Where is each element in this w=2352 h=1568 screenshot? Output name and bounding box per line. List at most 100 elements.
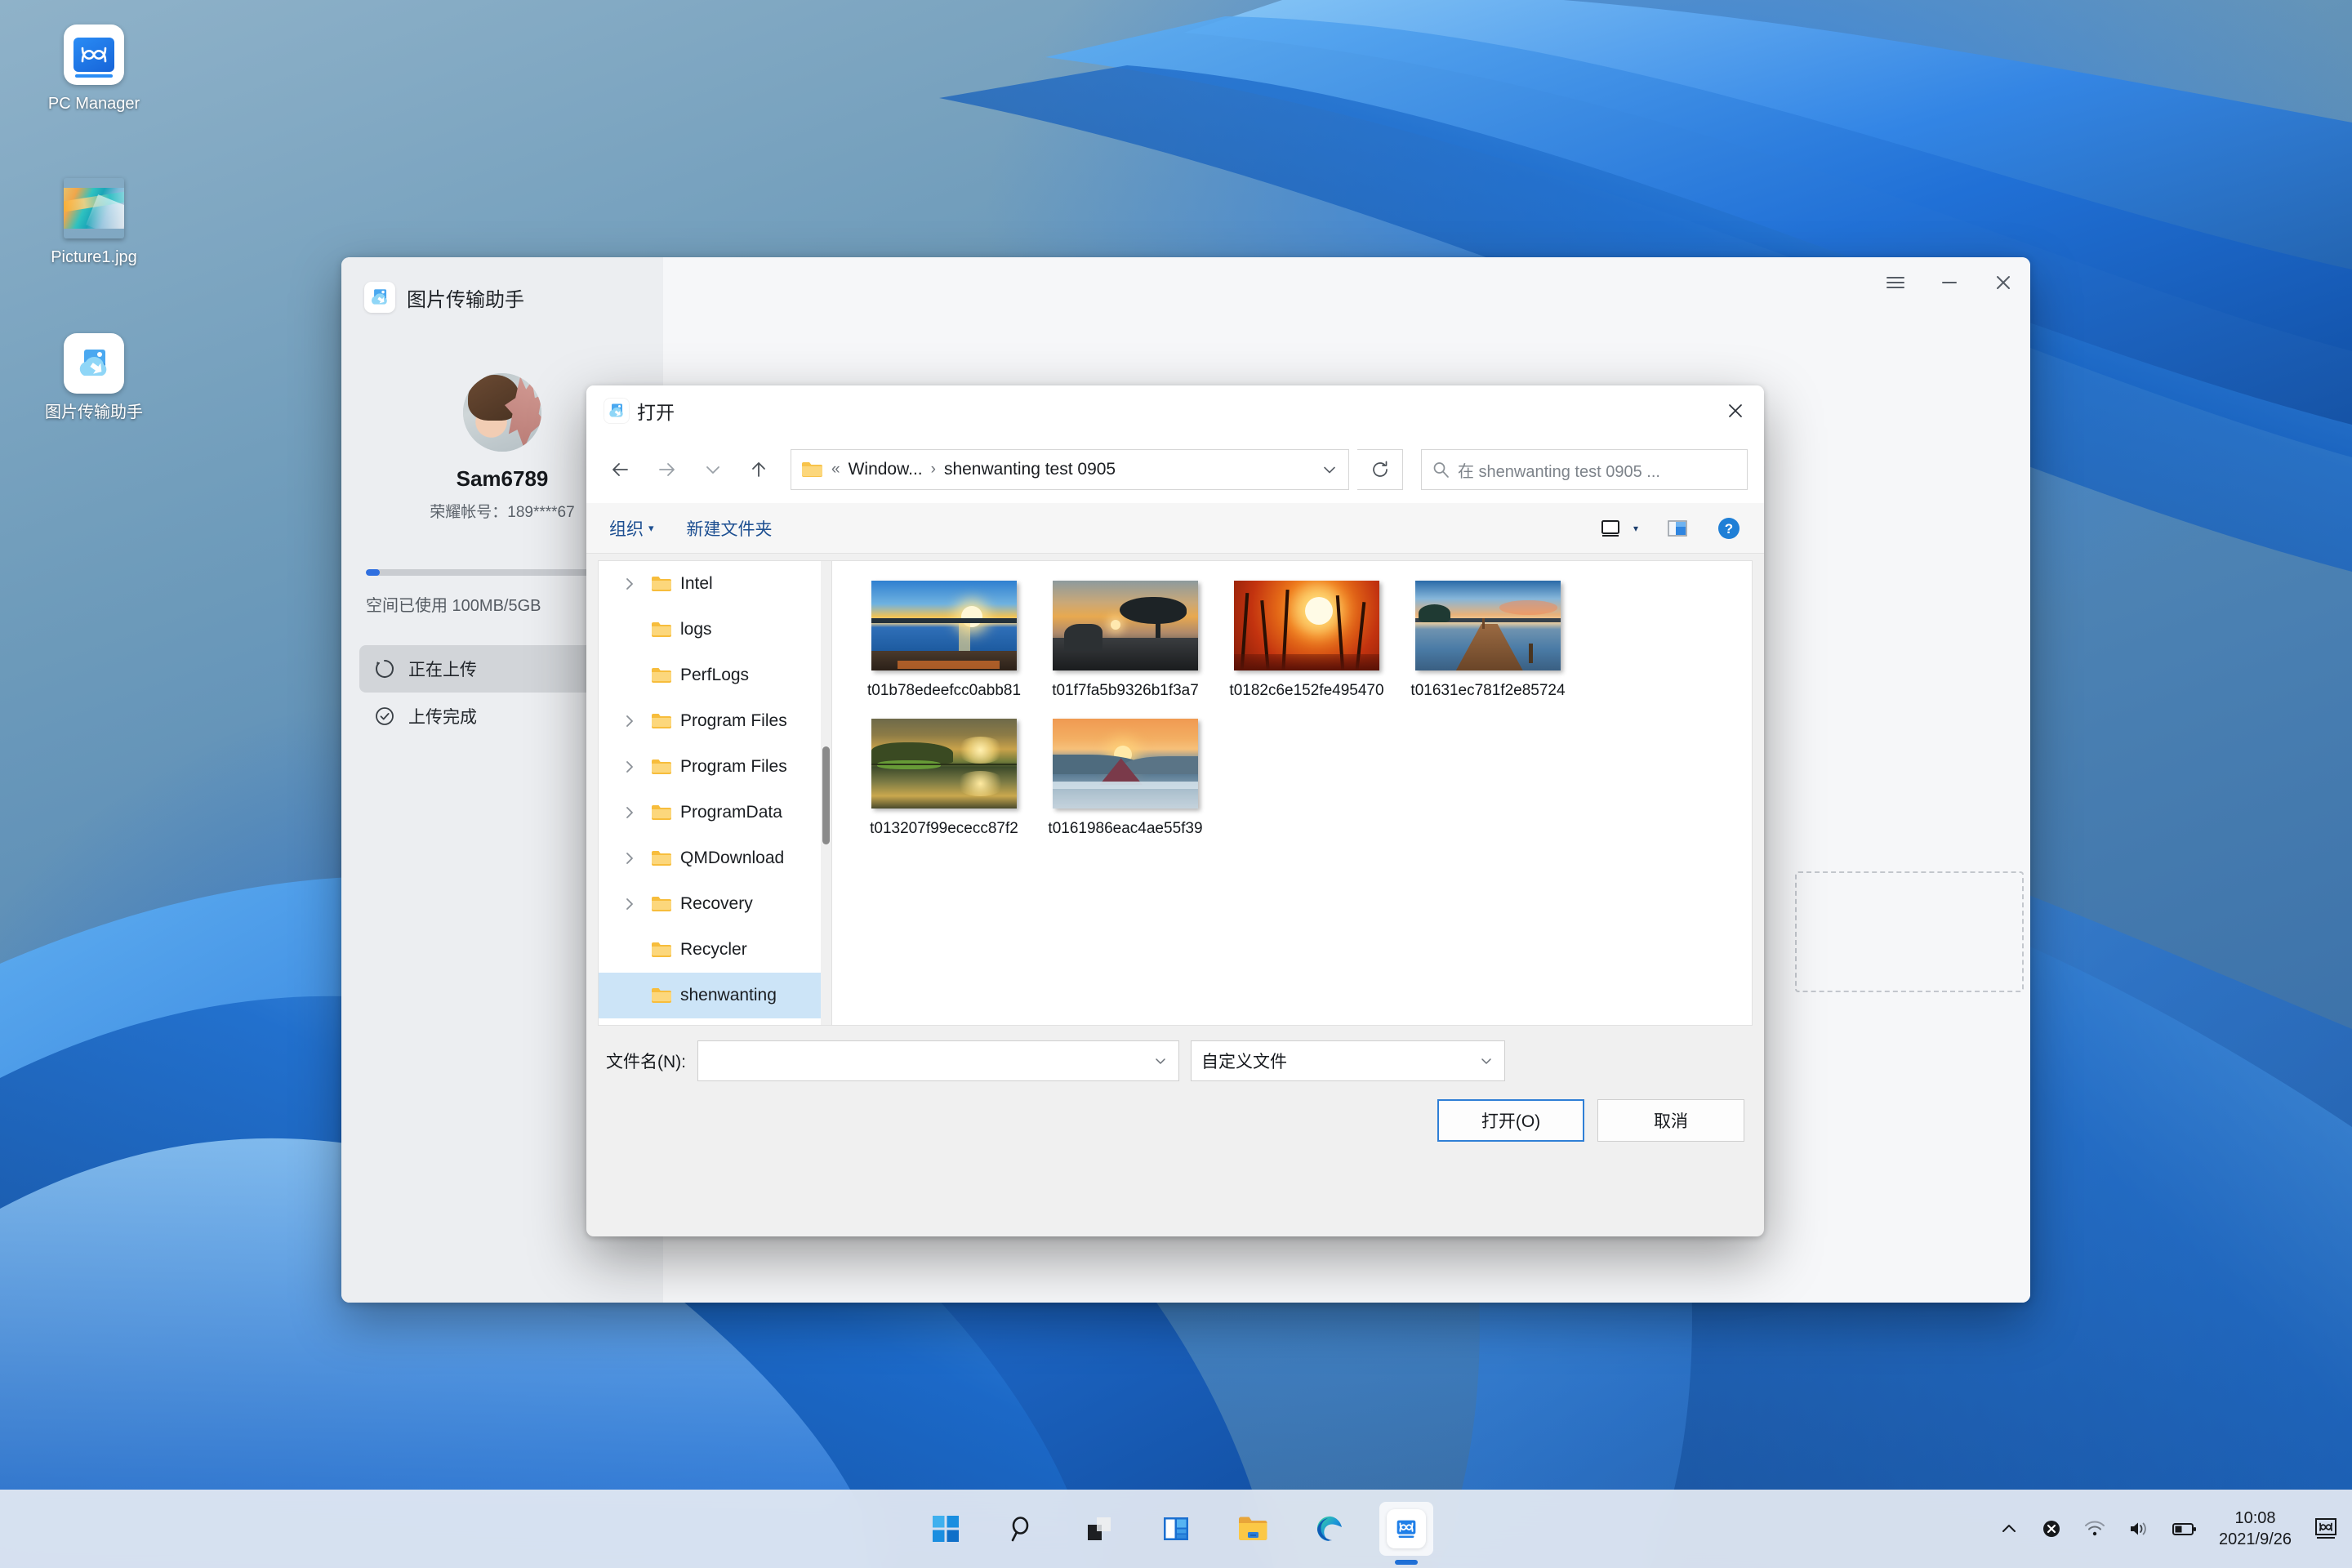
chevron-down-icon[interactable] bbox=[1478, 1053, 1494, 1069]
chevron-down-icon: ▾ bbox=[1633, 522, 1638, 534]
dialog-buttons: 打开(O) 取消 bbox=[606, 1099, 1744, 1142]
tree-item-programdata[interactable]: ProgramData bbox=[599, 790, 831, 835]
address-overflow[interactable]: « bbox=[831, 461, 840, 479]
app-title-bar: 图片传输助手 bbox=[341, 257, 663, 313]
file-name-label: t0182c6e152fe495470 bbox=[1229, 682, 1384, 699]
open-file-dialog: 打开 « Window... › shenwanting test 0905 在… bbox=[586, 385, 1764, 1236]
file-item[interactable]: t01f7fa5b9326b1f3a7 bbox=[1035, 581, 1216, 701]
file-item[interactable]: t0182c6e152fe495470 bbox=[1216, 581, 1397, 701]
address-dropdown-button[interactable] bbox=[1321, 461, 1339, 479]
view-options-button[interactable]: ▾ bbox=[1599, 518, 1638, 539]
folder-icon bbox=[651, 942, 672, 959]
desktop: PC Manager Picture1.jpg 图片传输助手 图片传输助手 Sa… bbox=[0, 0, 2352, 1568]
tree-item-intel[interactable]: Intel bbox=[599, 561, 831, 607]
app-title-text: 图片传输助手 bbox=[407, 288, 524, 311]
tree-item-recovery[interactable]: Recovery bbox=[599, 881, 831, 927]
close-icon[interactable] bbox=[1976, 257, 2030, 308]
organize-button[interactable]: 组织 ▾ bbox=[609, 516, 654, 541]
hamburger-menu-icon[interactable] bbox=[1869, 257, 1922, 308]
tree-item-program-files[interactable]: Program Files bbox=[599, 698, 831, 744]
folder-tree-pane[interactable]: Intel logs PerfLogs Program Files Program Fi… bbox=[598, 560, 831, 1026]
breadcrumb-item-0[interactable]: Window... bbox=[849, 460, 923, 479]
folder-icon bbox=[651, 667, 672, 684]
new-folder-button[interactable]: 新建文件夹 bbox=[687, 516, 773, 541]
dialog-close-button[interactable] bbox=[1707, 385, 1764, 436]
widgets-button[interactable] bbox=[1149, 1502, 1203, 1556]
desktop-icon-pc-manager[interactable]: PC Manager bbox=[33, 24, 155, 114]
tree-expander-icon[interactable] bbox=[625, 577, 643, 591]
arrow-right-icon bbox=[659, 463, 675, 476]
tree-expander-icon[interactable] bbox=[625, 760, 643, 774]
tree-scrollbar-track[interactable] bbox=[821, 561, 831, 1025]
chevron-down-icon: ▾ bbox=[648, 521, 654, 534]
image-transfer-assistant-icon bbox=[604, 399, 629, 423]
search-input[interactable]: 在 shenwanting test 0905 ... bbox=[1421, 449, 1748, 490]
tree-item-label: logs bbox=[680, 620, 712, 639]
tree-item-perflogs[interactable]: PerfLogs bbox=[599, 653, 831, 698]
recent-locations-button[interactable] bbox=[694, 451, 732, 488]
open-button[interactable]: 打开(O) bbox=[1437, 1099, 1584, 1142]
tree-item-logs[interactable]: logs bbox=[599, 607, 831, 653]
volume-icon[interactable] bbox=[2127, 1519, 2150, 1539]
minimize-icon[interactable] bbox=[1922, 257, 1976, 308]
cancel-button[interactable]: 取消 bbox=[1597, 1099, 1744, 1142]
tree-item-recycler[interactable]: Recycler bbox=[599, 927, 831, 973]
address-bar[interactable]: « Window... › shenwanting test 0905 bbox=[791, 449, 1349, 490]
task-view-icon bbox=[1088, 1517, 1111, 1540]
preview-pane-button[interactable] bbox=[1666, 519, 1689, 538]
tree-item-label: Program Files bbox=[680, 711, 787, 730]
desktop-icon-label: 图片传输助手 bbox=[45, 403, 143, 421]
file-list-pane[interactable]: t01b78edeefcc0abb81 t01f7fa5b9326b1f3a7 … bbox=[831, 560, 1753, 1026]
tree-scrollbar-thumb[interactable] bbox=[822, 746, 830, 845]
tree-item-shenwanting[interactable]: shenwanting bbox=[599, 973, 831, 1018]
folder-icon bbox=[1239, 1517, 1267, 1540]
tree-item-qmdownload[interactable]: QMDownload bbox=[599, 835, 831, 881]
edge-button[interactable] bbox=[1303, 1502, 1356, 1556]
breadcrumb-item-1[interactable]: shenwanting test 0905 bbox=[944, 460, 1116, 479]
pc-manager-tray-icon[interactable] bbox=[2313, 1517, 2339, 1541]
chevron-down-icon[interactable] bbox=[1152, 1053, 1169, 1069]
search-button[interactable] bbox=[996, 1502, 1049, 1556]
clock-date: 2021/9/26 bbox=[2219, 1530, 2292, 1548]
tree-expander-icon[interactable] bbox=[625, 851, 643, 866]
tree-item-program-files[interactable]: Program Files bbox=[599, 744, 831, 790]
close-icon bbox=[1729, 404, 1742, 417]
filename-input[interactable] bbox=[697, 1040, 1179, 1081]
battery-icon[interactable] bbox=[2172, 1520, 2198, 1538]
svg-text:?: ? bbox=[1725, 521, 1733, 537]
refresh-button[interactable] bbox=[1357, 449, 1403, 490]
avatar[interactable] bbox=[463, 373, 541, 452]
file-name-label: t01f7fa5b9326b1f3a7 bbox=[1052, 682, 1199, 699]
security-alert-icon[interactable] bbox=[2041, 1518, 2062, 1539]
file-item[interactable]: t0161986eac4ae55f39 bbox=[1035, 719, 1216, 839]
help-button[interactable]: ? bbox=[1717, 516, 1741, 541]
drop-zone[interactable] bbox=[1795, 871, 2024, 992]
file-item[interactable]: t01b78edeefcc0abb81 bbox=[853, 581, 1035, 701]
up-button[interactable] bbox=[740, 451, 777, 488]
task-view-button[interactable] bbox=[1072, 1502, 1126, 1556]
preview-pane-icon bbox=[1666, 519, 1689, 538]
tree-expander-icon[interactable] bbox=[625, 805, 643, 820]
dialog-toolbar: 组织 ▾ 新建文件夹 ▾ ? bbox=[586, 503, 1764, 554]
clock[interactable]: 10:08 2021/9/26 bbox=[2219, 1508, 2292, 1550]
desktop-icon-label: Picture1.jpg bbox=[51, 248, 137, 266]
desktop-icon-image-transfer[interactable]: 图片传输助手 bbox=[33, 333, 155, 423]
file-item[interactable]: t013207f99ececc87f2 bbox=[853, 719, 1035, 839]
filetype-select[interactable]: 自定义文件 bbox=[1191, 1040, 1505, 1081]
image-file-icon bbox=[64, 178, 124, 238]
tree-expander-icon[interactable] bbox=[625, 714, 643, 728]
forward-button[interactable] bbox=[648, 451, 686, 488]
pc-manager-button[interactable] bbox=[1379, 1502, 1433, 1556]
chevron-up-icon bbox=[2002, 1525, 2016, 1532]
wifi-icon[interactable] bbox=[2083, 1519, 2106, 1539]
filename-row: 文件名(N): 自定义文件 bbox=[606, 1040, 1744, 1081]
start-button[interactable] bbox=[919, 1502, 973, 1556]
file-item[interactable]: t01631ec781f2e85724 bbox=[1397, 581, 1579, 701]
desktop-icon-picture1[interactable]: Picture1.jpg bbox=[33, 178, 155, 268]
file-explorer-button[interactable] bbox=[1226, 1502, 1280, 1556]
image-transfer-assistant-icon bbox=[364, 282, 395, 313]
tray-overflow-button[interactable] bbox=[1998, 1518, 2020, 1539]
search-icon bbox=[1011, 1517, 1029, 1542]
back-button[interactable] bbox=[603, 451, 640, 488]
tree-expander-icon[interactable] bbox=[625, 897, 643, 911]
